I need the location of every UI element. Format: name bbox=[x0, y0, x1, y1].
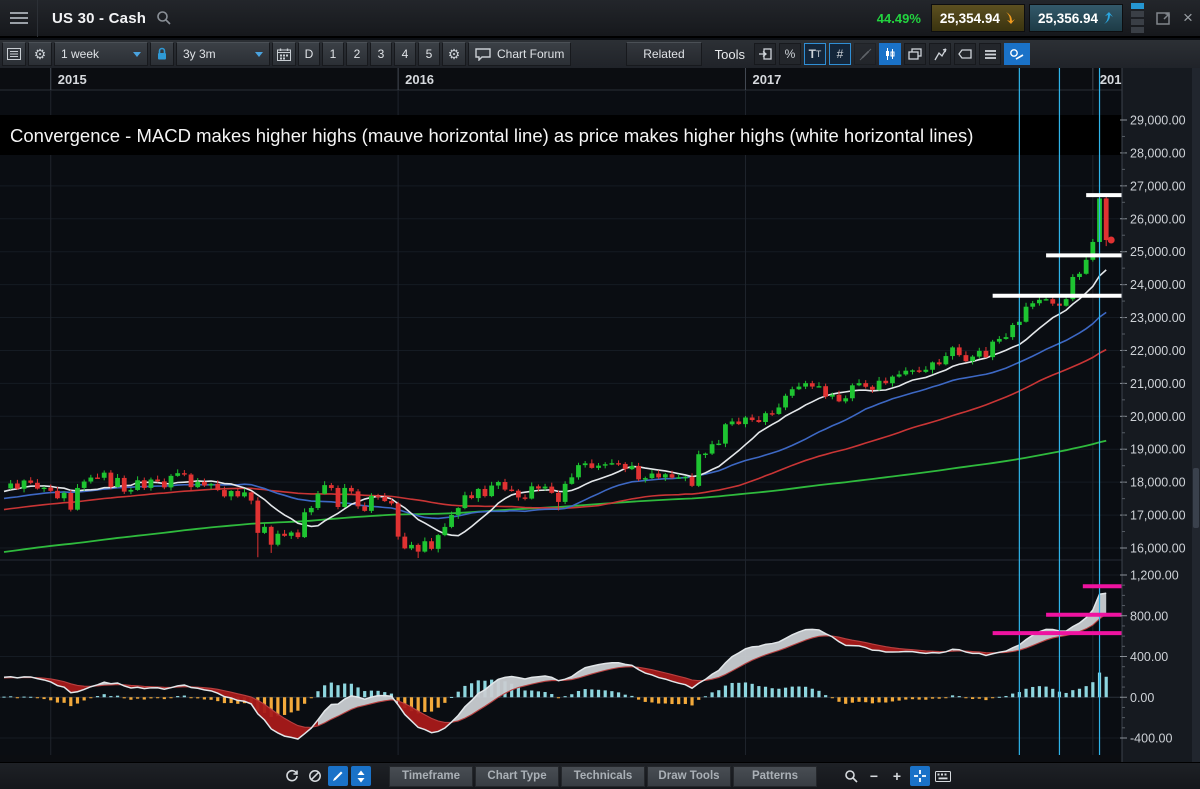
zoom-in-icon[interactable]: + bbox=[887, 766, 907, 786]
chart-area: 2015201620172018Convergence - MACD makes… bbox=[0, 68, 1200, 762]
tab-technicals[interactable]: Technicals bbox=[561, 766, 645, 787]
speech-bubble-icon bbox=[475, 48, 491, 61]
zoom-preset-3[interactable]: 3 bbox=[370, 42, 392, 66]
disable-drawings-icon[interactable] bbox=[305, 766, 325, 786]
interval-select[interactable]: 1 week bbox=[54, 42, 148, 66]
tools-label: Tools bbox=[715, 47, 745, 62]
price-tick-label: 16,000.00 bbox=[1130, 542, 1186, 556]
updown-arrows-icon[interactable] bbox=[351, 766, 371, 786]
price-tick-label: 24,000.00 bbox=[1130, 278, 1186, 292]
bottom-tabs: Timeframe Chart Type Technicals Draw Too… bbox=[389, 766, 817, 787]
zoom-preset-2[interactable]: 2 bbox=[346, 42, 368, 66]
percent-tool-icon[interactable]: % bbox=[779, 43, 801, 65]
change-percent: 44.49% bbox=[877, 11, 921, 26]
price-tick-label: 29,000.00 bbox=[1130, 114, 1186, 128]
right-scrollbar bbox=[1192, 68, 1200, 762]
toolbar-right-group: Related Tools % TT # bbox=[626, 42, 1200, 66]
grid-tool-icon[interactable]: # bbox=[829, 43, 851, 65]
panel-icon[interactable] bbox=[2, 42, 26, 66]
instrument-title: US 30 - Cash bbox=[52, 10, 146, 27]
settings-gear-icon[interactable]: ⚙ bbox=[28, 42, 52, 66]
price-tick-label: 25,000.00 bbox=[1130, 245, 1186, 259]
chevron-down-icon bbox=[255, 52, 263, 57]
sell-price: 25,354.94 bbox=[940, 11, 1000, 26]
price-tick-label: 19,000.00 bbox=[1130, 443, 1186, 457]
title-bar: US 30 - Cash 44.49% 25,354.94 25,356.94 … bbox=[0, 0, 1200, 38]
layout-tool-icon[interactable] bbox=[979, 43, 1001, 65]
zoom-out-icon[interactable]: − bbox=[864, 766, 884, 786]
price-tick-label: 26,000.00 bbox=[1130, 212, 1186, 226]
price-tick-label: 23,000.00 bbox=[1130, 311, 1186, 325]
draw-tool-icon[interactable] bbox=[854, 43, 876, 65]
pattern-tool-icon[interactable] bbox=[929, 43, 951, 65]
zoom-preset-d[interactable]: D bbox=[298, 42, 320, 66]
tab-timeframe[interactable]: Timeframe bbox=[389, 766, 473, 787]
macd-tick-label: 400.00 bbox=[1130, 650, 1168, 664]
refresh-icon[interactable] bbox=[282, 766, 302, 786]
buy-price-button[interactable]: 25,356.94 bbox=[1029, 4, 1123, 32]
chevron-down-icon bbox=[133, 52, 141, 57]
year-axis-band bbox=[0, 68, 1122, 90]
magnifier-icon[interactable] bbox=[841, 766, 861, 786]
bottom-toolbar: Timeframe Chart Type Technicals Draw Too… bbox=[0, 762, 1200, 789]
chart-settings-gear-icon[interactable]: ⚙ bbox=[442, 42, 466, 66]
macd-tick-label: -400.00 bbox=[1130, 732, 1172, 746]
related-button[interactable]: Related bbox=[626, 42, 701, 66]
price-down-arrow-icon bbox=[1004, 11, 1016, 25]
price-tick-label: 22,000.00 bbox=[1130, 344, 1186, 358]
year-label: 2016 bbox=[405, 72, 434, 87]
import-tool-icon[interactable] bbox=[754, 43, 776, 65]
macd-tick-label: 800.00 bbox=[1130, 609, 1168, 623]
macd-tick-label: 1,200.00 bbox=[1130, 569, 1179, 583]
buy-price: 25,356.94 bbox=[1038, 11, 1098, 26]
close-icon[interactable]: × bbox=[1176, 8, 1200, 28]
price-macd-chart[interactable]: 2015201620172018Convergence - MACD makes… bbox=[0, 68, 1200, 762]
trading-app-window: US 30 - Cash 44.49% 25,354.94 25,356.94 … bbox=[0, 0, 1200, 789]
year-label: 2017 bbox=[752, 72, 781, 87]
price-tick-label: 20,000.00 bbox=[1130, 410, 1186, 424]
label-tool-icon[interactable] bbox=[954, 43, 976, 65]
zoom-preset-5[interactable]: 5 bbox=[418, 42, 440, 66]
text-tool-icon[interactable]: TT bbox=[804, 43, 826, 65]
crosshair-icon[interactable] bbox=[910, 766, 930, 786]
pencil-icon[interactable] bbox=[328, 766, 348, 786]
menu-icon[interactable] bbox=[0, 0, 38, 37]
price-tick-label: 18,000.00 bbox=[1130, 476, 1186, 490]
bottom-zoom-group: − + bbox=[841, 766, 953, 786]
last-price-dot bbox=[1108, 237, 1115, 244]
popout-icon[interactable] bbox=[1152, 10, 1176, 26]
range-select[interactable]: 3y 3m bbox=[176, 42, 270, 66]
price-tick-label: 28,000.00 bbox=[1130, 146, 1186, 160]
price-tick-label: 27,000.00 bbox=[1130, 179, 1186, 193]
macd-tick-label: 0.00 bbox=[1130, 691, 1154, 705]
zoom-preset-1[interactable]: 1 bbox=[322, 42, 344, 66]
trendline-tool-icon[interactable] bbox=[1004, 43, 1030, 65]
range-value: 3y 3m bbox=[183, 47, 216, 61]
mini-scrollbar[interactable] bbox=[1131, 3, 1144, 33]
chart-forum-button[interactable]: Chart Forum bbox=[468, 42, 571, 66]
search-icon[interactable] bbox=[156, 10, 172, 26]
candlestick-tool-icon[interactable] bbox=[879, 43, 901, 65]
keyboard-icon[interactable] bbox=[933, 766, 953, 786]
interval-value: 1 week bbox=[61, 47, 99, 61]
price-tick-label: 21,000.00 bbox=[1130, 377, 1186, 391]
chart-toolbar: ⚙ 1 week 3y 3m D 1 2 3 4 5 ⚙ bbox=[0, 40, 1200, 68]
tab-chart-type[interactable]: Chart Type bbox=[475, 766, 559, 787]
year-label: 2015 bbox=[58, 72, 87, 87]
chart-forum-label: Chart Forum bbox=[497, 47, 564, 61]
calendar-icon[interactable] bbox=[272, 42, 296, 66]
lock-icon[interactable] bbox=[150, 42, 174, 66]
price-tick-label: 17,000.00 bbox=[1130, 509, 1186, 523]
sell-price-button[interactable]: 25,354.94 bbox=[931, 4, 1025, 32]
zoom-preset-4[interactable]: 4 bbox=[394, 42, 416, 66]
tab-patterns[interactable]: Patterns bbox=[733, 766, 817, 787]
price-up-arrow-icon bbox=[1102, 11, 1114, 25]
chart-background bbox=[0, 68, 1200, 762]
annotation-text: Convergence - MACD makes higher highs (m… bbox=[10, 125, 973, 146]
windows-tool-icon[interactable] bbox=[904, 43, 926, 65]
bottom-left-icons bbox=[282, 766, 371, 786]
toolbar-left-group: ⚙ 1 week 3y 3m D 1 2 3 4 5 ⚙ bbox=[0, 42, 571, 66]
scrollbar-thumb bbox=[1193, 468, 1199, 528]
tab-draw-tools[interactable]: Draw Tools bbox=[647, 766, 731, 787]
